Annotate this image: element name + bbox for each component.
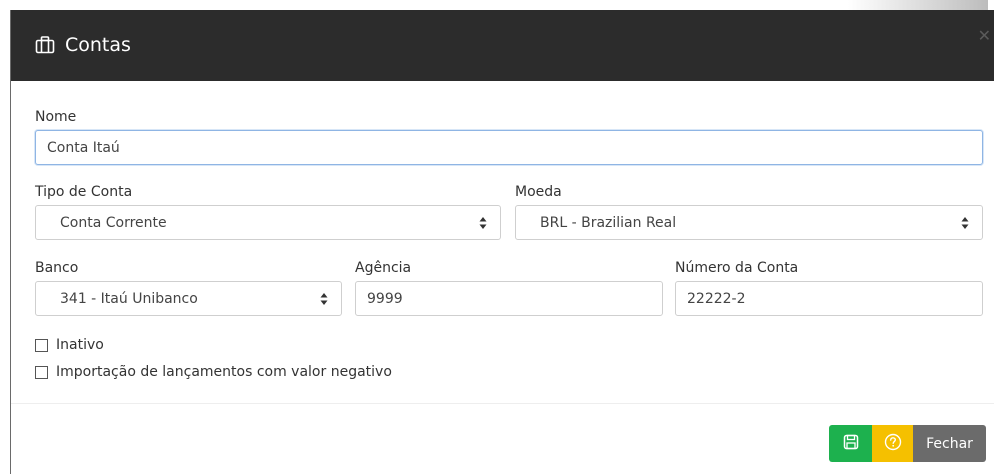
close-icon[interactable]: ✕ <box>978 26 991 45</box>
banco-label: Banco <box>35 260 79 276</box>
agencia-input[interactable]: 9999 <box>355 281 663 316</box>
moeda-value: BRL - Brazilian Real <box>540 214 677 231</box>
nome-input-value: Conta Itaú <box>47 139 120 156</box>
briefcase-icon <box>35 36 55 54</box>
background-fragment <box>848 0 988 10</box>
banco-select[interactable]: 341 - Itaú Unibanco <box>35 281 342 316</box>
help-button[interactable] <box>872 425 913 462</box>
moeda-label: Moeda <box>515 184 562 200</box>
numero-conta-input[interactable]: 22222-2 <box>675 281 983 316</box>
inativo-label: Inativo <box>56 337 104 353</box>
banco-value: 341 - Itaú Unibanco <box>60 290 198 307</box>
nome-label: Nome <box>35 109 77 125</box>
fechar-button[interactable]: Fechar <box>913 425 986 462</box>
modal-header: Contas ✕ <box>11 10 994 81</box>
footer-divider <box>11 403 994 404</box>
inativo-checkbox[interactable] <box>35 338 48 352</box>
importacao-checkbox[interactable] <box>35 365 48 379</box>
importacao-label: Importação de lançamentos com valor nega… <box>56 364 392 380</box>
tipo-conta-label: Tipo de Conta <box>35 184 133 200</box>
select-arrows-icon <box>961 216 969 230</box>
inativo-checkbox-row[interactable]: Inativo <box>35 337 104 353</box>
help-icon <box>884 433 902 455</box>
numero-conta-value: 22222-2 <box>687 290 746 307</box>
numero-conta-label: Número da Conta <box>675 260 799 276</box>
agencia-value: 9999 <box>367 290 403 307</box>
select-arrows-icon <box>479 216 487 230</box>
contas-modal: Contas ✕ Nome Conta Itaú Tipo de Conta C… <box>10 0 994 474</box>
modal-title: Contas <box>35 34 131 56</box>
moeda-select[interactable]: BRL - Brazilian Real <box>515 205 983 240</box>
select-arrows-icon <box>320 292 328 306</box>
modal-title-text: Contas <box>65 34 131 56</box>
tipo-conta-value: Conta Corrente <box>60 214 167 231</box>
tipo-conta-select[interactable]: Conta Corrente <box>35 205 501 240</box>
save-icon <box>843 434 859 454</box>
nome-input[interactable]: Conta Itaú <box>35 130 983 165</box>
save-button[interactable] <box>829 425 872 462</box>
importacao-checkbox-row[interactable]: Importação de lançamentos com valor nega… <box>35 364 392 380</box>
agencia-label: Agência <box>355 260 412 276</box>
